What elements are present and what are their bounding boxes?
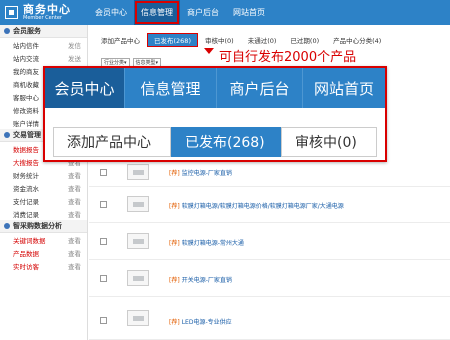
top-header: 商务中心 Member Center 会员中心 信息管理 商户后台 网站首页 [0,0,450,25]
product-thumbnail[interactable] [127,233,149,249]
sidebar-item-contacts[interactable]: 我的商友 [13,66,39,76]
sidebar-action[interactable]: 发信 [68,40,81,50]
tab-rejected[interactable]: 未通过(0) [242,34,283,46]
tab-published[interactable]: 已发布(268) [147,33,198,47]
sidebar-item-account[interactable]: 账户详情 [13,118,39,128]
sidebar-item-chat[interactable]: 站内交流 [13,53,39,63]
nav-site-home[interactable]: 网站首页 [226,0,272,25]
sidebar-item-product-data[interactable]: 产品数据 [13,248,39,258]
chevron-down-icon: ▾ [124,59,127,66]
zoom-tab-published[interactable]: 已发布(268) [171,127,281,157]
product-thumbnail[interactable] [127,196,149,212]
zoom-tab-reviewing[interactable]: 审核中(0) [281,127,377,157]
sidebar-action[interactable]: 查看 [68,235,81,245]
logo[interactable]: 商务中心 Member Center [0,0,88,25]
sidebar-action[interactable]: 查看 [68,248,81,258]
cart-icon [4,132,10,138]
logo-subtitle: Member Center [23,15,62,21]
sidebar-item-messages[interactable]: 站内信件 [13,40,39,50]
sidebar-item-keyword-data[interactable]: 关键词数据 [13,235,46,245]
sidebar-action[interactable]: 查看 [68,209,81,219]
product-title-link[interactable]: [荐] 开关电源-厂家直销 [169,275,232,284]
page-root: { "header": { "logo_title": "商务中心", "log… [0,0,450,340]
section-member-services[interactable]: 会员服务 [0,25,87,38]
product-thumbnail[interactable] [127,164,149,180]
product-title-link[interactable]: [荐] 监控电源-厂家直销 [169,168,232,177]
product-thumbnail[interactable] [127,310,149,326]
sidebar-item-payments[interactable]: 支付记录 [13,196,39,206]
sidebar-item-live-visitors[interactable]: 实时访客 [13,261,39,271]
product-title-link[interactable]: [荐] 软膜灯箱电源-常州大通 [169,238,244,247]
row-checkbox[interactable] [100,169,107,176]
table-row: [荐] LED电源-专业供应 [89,297,450,340]
section-analytics[interactable]: 智采购数据分析 [0,220,87,233]
nav-member-center[interactable]: 会员中心 [88,0,134,25]
product-title-link[interactable]: [荐] LED电源-专业供应 [169,317,232,326]
sidebar-item-consumption[interactable]: 消费记录 [13,209,39,219]
tab-categories[interactable]: 产品中心分类(4) [327,34,387,46]
nav-merchant-backend[interactable]: 商户后台 [180,0,226,25]
product-tabs: 添加产品中心 已发布(268) 审核中(0) 未通过(0) 已过期(0) 产品中… [95,33,389,47]
zoom-nav-merchant-backend[interactable]: 商户后台 [217,68,303,108]
table-row: [荐] 监控电源-厂家直销 [89,159,450,187]
tab-add-product[interactable]: 添加产品中心 [95,34,146,46]
sidebar-item-cashflow[interactable]: 资金流水 [13,183,39,193]
row-checkbox[interactable] [100,317,107,324]
logo-icon [5,6,18,19]
zoom-nav-site-home[interactable]: 网站首页 [303,68,385,108]
sidebar-item-profile[interactable]: 修改资料 [13,105,39,115]
sidebar-item-support[interactable]: 客服中心 [13,92,39,102]
nav-info-management[interactable]: 信息管理 [134,0,180,25]
row-checkbox[interactable] [100,201,107,208]
zoom-tab-add-product[interactable]: 添加产品中心 [53,127,171,157]
row-checkbox[interactable] [100,275,107,282]
table-row: [荐] 开关电源-厂家直销 [89,260,450,297]
tab-reviewing[interactable]: 审核中(0) [199,34,240,46]
sidebar-item-search-report[interactable]: 大搜报告 [13,157,39,167]
zoom-nav-member-center[interactable]: 会员中心 [45,68,125,108]
zoom-nav: 会员中心 信息管理 商户后台 网站首页 [45,68,385,108]
user-icon [4,28,10,34]
row-checkbox[interactable] [100,238,107,245]
chart-icon [4,223,10,229]
sidebar-action[interactable]: 查看 [68,196,81,206]
chevron-down-icon: ▾ [155,59,159,66]
callout-arrow-icon [204,48,214,54]
table-row: [荐] 软膜灯箱电源/软膜灯箱电源价格/软膜灯箱电源厂家/大通电源 [89,187,450,223]
product-title-link[interactable]: [荐] 软膜灯箱电源/软膜灯箱电源价格/软膜灯箱电源厂家/大通电源 [169,201,344,210]
sidebar-action[interactable]: 查看 [68,170,81,180]
zoom-overlay: 会员中心 信息管理 商户后台 网站首页 添加产品中心 已发布(268) 审核中(… [43,66,387,162]
logo-title: 商务中心 [23,3,71,16]
sidebar-action[interactable]: 发送 [68,53,81,63]
zoom-tabs: 添加产品中心 已发布(268) 审核中(0) [53,127,377,157]
sidebar-action[interactable]: 查看 [68,261,81,271]
sidebar-item-finance[interactable]: 财务统计 [13,170,39,180]
sidebar-item-favorites[interactable]: 商机收藏 [13,79,39,89]
callout-text: 可自行发布2000个产品 [219,50,357,65]
sidebar-action[interactable]: 查看 [68,183,81,193]
product-thumbnail[interactable] [127,270,149,286]
tab-expired[interactable]: 已过期(0) [284,34,325,46]
table-row: [荐] 软膜灯箱电源-常州大通 [89,223,450,260]
top-nav: 会员中心 信息管理 商户后台 网站首页 [88,0,272,25]
zoom-nav-info-management[interactable]: 信息管理 [125,68,217,108]
sidebar-item-data-report[interactable]: 数据报告 [13,144,39,154]
